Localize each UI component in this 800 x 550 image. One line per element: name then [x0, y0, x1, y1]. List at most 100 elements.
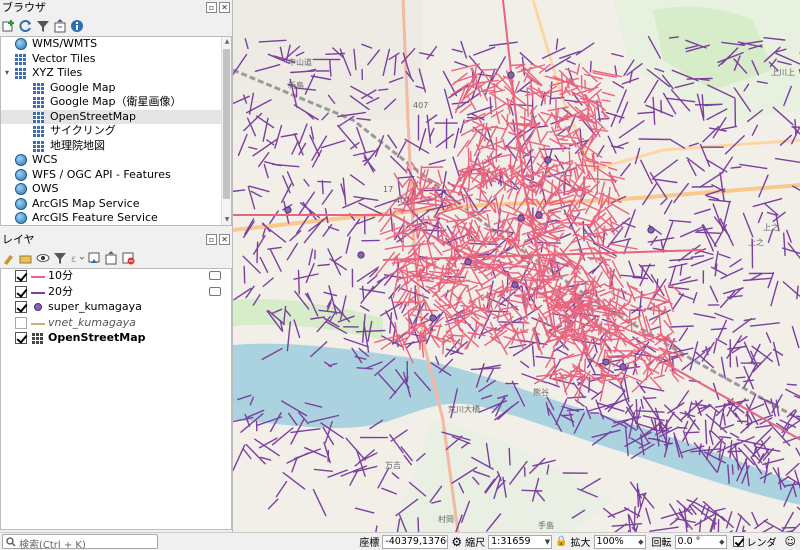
layer-name: super_kumagaya: [48, 300, 142, 313]
scale-field[interactable]: 1:31659 ▼: [488, 534, 553, 549]
map-place-label: 手島: [538, 520, 554, 530]
supermarket-point[interactable]: [647, 226, 655, 234]
browser-item-label: OpenStreetMap: [50, 109, 137, 123]
grid-icon: [15, 68, 26, 79]
browser-item-label: ArcGIS Map Service: [32, 196, 140, 210]
road-segment: [686, 77, 713, 80]
layer-name: 10分: [48, 269, 73, 282]
locator-search-input[interactable]: 検索(Ctrl + K): [2, 534, 158, 550]
line-symbol-icon: [31, 322, 45, 325]
browser-item[interactable]: OWS: [1, 182, 231, 197]
browser-item[interactable]: WMS/WMTS: [1, 37, 231, 52]
layer-indicator-icon[interactable]: [209, 271, 221, 280]
layer-visibility-checkbox[interactable]: [15, 270, 27, 282]
map-canvas[interactable]: 407 17 407 熊谷 荒川大橋 万吉 村岡 新島 上之 上川上 中山道 上之 手島: [232, 0, 800, 532]
layer-visibility-checkbox[interactable]: [15, 316, 27, 329]
road-segment: [660, 99, 663, 114]
layer-item[interactable]: super_kumagaya: [1, 300, 231, 316]
layers-panel-title: レイヤ ▫ ✕: [0, 232, 232, 248]
style-brush-icon[interactable]: [2, 251, 16, 265]
lock-scale-icon[interactable]: 🔒: [555, 536, 567, 547]
browser-item[interactable]: OpenStreetMap: [1, 109, 231, 124]
expand-all-icon[interactable]: [87, 251, 101, 265]
close-layers-button[interactable]: ✕: [219, 234, 230, 245]
supermarket-point[interactable]: [284, 206, 292, 214]
layers-toolbar: ε: [0, 248, 232, 268]
map-place-label: 新島: [288, 80, 304, 90]
magnify-field[interactable]: 100% ◆: [593, 534, 646, 549]
rotation-field[interactable]: 0.0 ° ◆: [674, 534, 727, 549]
browser-item[interactable]: ▾ XYZ Tiles: [1, 66, 231, 81]
svg-text:ε: ε: [71, 254, 76, 265]
browser-item[interactable]: Google Map（衛星画像）: [1, 95, 231, 110]
filter-layer-icon[interactable]: [53, 251, 67, 265]
browser-item[interactable]: Google Map: [1, 81, 231, 96]
close-panel-button[interactable]: ✕: [219, 2, 230, 13]
road-segment: [526, 87, 529, 118]
collapse-layers-icon[interactable]: [104, 251, 118, 265]
road-segment: [378, 88, 389, 91]
render-checkbox[interactable]: [732, 536, 744, 547]
browser-item[interactable]: 地理院地図: [1, 139, 231, 154]
layer-item[interactable]: 20分: [1, 285, 231, 301]
road-segment: [633, 506, 636, 527]
supermarket-point[interactable]: [602, 358, 610, 366]
point-symbol-icon: [34, 303, 42, 311]
coordinate-field[interactable]: -40379,13766: [382, 534, 449, 549]
map-place-label: 407: [395, 196, 410, 205]
coord-toggle-icon[interactable]: ⚙: [451, 535, 462, 549]
browser-item[interactable]: Vector Tiles: [1, 52, 231, 67]
browser-item[interactable]: サイクリング: [1, 124, 231, 139]
road-segment: [521, 489, 543, 492]
add-group-icon[interactable]: [19, 251, 33, 265]
browser-scrollbar[interactable]: ▲ ▼: [221, 37, 231, 225]
browser-item[interactable]: ArcGIS Feature Service: [1, 211, 231, 225]
layer-visibility-checkbox[interactable]: [15, 285, 27, 298]
expression-filter-icon[interactable]: ε: [70, 251, 85, 265]
layer-item[interactable]: vnet_kumagaya: [1, 316, 231, 332]
browser-item[interactable]: ArcGIS Map Service: [1, 197, 231, 212]
remove-layer-icon[interactable]: [121, 251, 135, 265]
road-segment: [557, 263, 574, 266]
expand-arrow-icon[interactable]: ▾: [3, 66, 11, 81]
float-panel-button[interactable]: ▫: [206, 2, 217, 13]
layers-tree: 10分 20分 super_kumagaya vnet_kumagaya OpenStr…: [0, 268, 232, 530]
layer-item[interactable]: 10分: [1, 269, 231, 285]
add-selected-layers-icon[interactable]: [2, 19, 16, 33]
map-place-label: 熊谷: [533, 387, 549, 397]
layer-item[interactable]: OpenStreetMap: [1, 331, 231, 347]
layer-indicator-icon[interactable]: [209, 286, 221, 296]
browser-toolbar: [0, 16, 232, 36]
float-layers-button[interactable]: ▫: [206, 234, 217, 245]
supermarket-point[interactable]: [511, 281, 519, 289]
supermarket-point[interactable]: [517, 214, 525, 222]
supermarket-point[interactable]: [507, 71, 515, 79]
supermarket-point[interactable]: [429, 314, 437, 322]
filter-icon[interactable]: [36, 19, 50, 33]
browser-item-label: サイクリング: [50, 124, 116, 137]
road-segment: [668, 36, 679, 39]
layer-visibility-checkbox[interactable]: [15, 301, 27, 313]
layer-name: vnet_kumagaya: [48, 315, 136, 329]
road-segment: [417, 517, 420, 532]
supermarket-point[interactable]: [544, 156, 552, 164]
road-segment: [467, 147, 470, 175]
refresh-icon[interactable]: [19, 19, 33, 33]
grid-icon: [33, 97, 44, 108]
supermarket-point[interactable]: [464, 258, 472, 266]
info-icon[interactable]: [70, 19, 84, 33]
browser-item-label: WCS: [32, 153, 58, 166]
supermarket-point[interactable]: [619, 363, 627, 371]
browser-item[interactable]: WFS / OGC API - Features: [1, 168, 231, 183]
collapse-all-icon[interactable]: [53, 19, 67, 33]
supermarket-point[interactable]: [535, 211, 543, 219]
visibility-eye-icon[interactable]: [36, 251, 50, 265]
layer-visibility-checkbox[interactable]: [15, 332, 27, 344]
road-segment: [393, 207, 406, 211]
grid-icon: [33, 140, 44, 152]
road-segment: [584, 281, 587, 298]
browser-item[interactable]: WCS: [1, 153, 231, 168]
messages-icon[interactable]: ☺: [785, 535, 796, 548]
magnify-value: 100%: [596, 535, 624, 547]
supermarket-point[interactable]: [357, 251, 365, 259]
